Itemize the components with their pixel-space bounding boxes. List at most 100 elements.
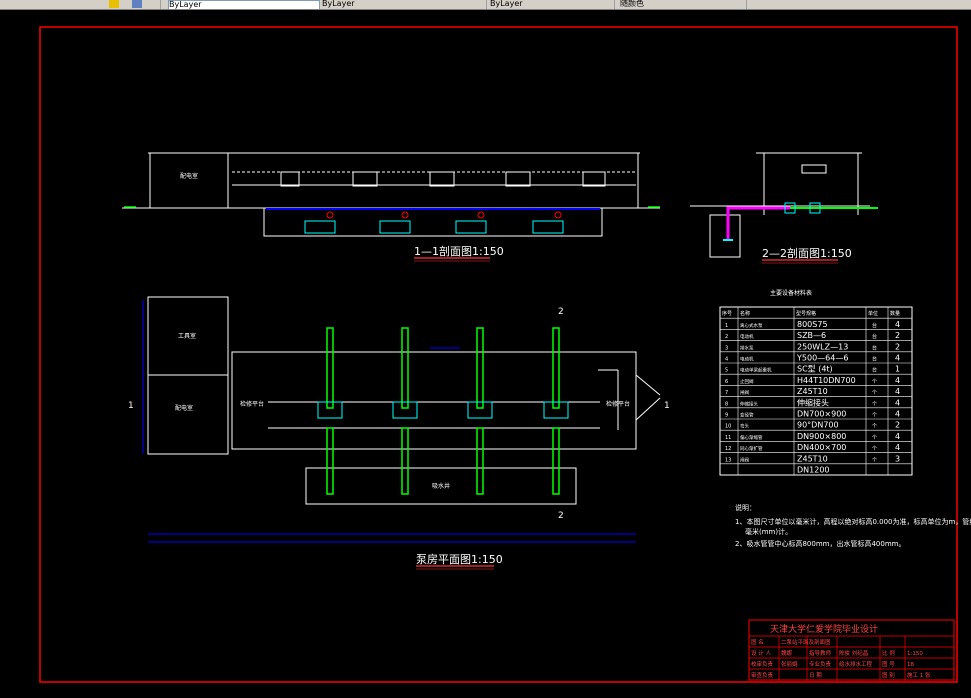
plan-dimension-lines <box>142 300 636 543</box>
layer-icon[interactable] <box>109 0 119 8</box>
table-cell-unit: 个 <box>872 435 877 441</box>
properties-toolbar: ByLayer ByLayer ByLayer 随颜色 <box>0 0 971 10</box>
toolbar-icons[interactable] <box>105 0 161 9</box>
table-cell-spec: SC型 (4t) <box>797 365 833 374</box>
table-cell-qty: 4 <box>895 432 900 441</box>
table-header-cell: 型号规格 <box>796 310 816 317</box>
table-header-cell: 数量 <box>890 310 900 317</box>
title-block-cell: 图 号 <box>882 660 895 668</box>
plan-room-platform-left: 检修平台 <box>240 400 264 408</box>
table-cell-spec: DN400×700 <box>797 443 846 452</box>
table-cell-spec: Y500—64—6 <box>796 354 848 363</box>
table-cell-no: 12 <box>725 446 731 452</box>
table-cell-unit: 台 <box>872 356 877 363</box>
table-cell-name: 伸缩接头 <box>740 400 758 407</box>
table-cell-unit: 个 <box>872 457 877 463</box>
title-block-cell: 张丽娟 <box>781 660 798 668</box>
table-cell-name: 变径管 <box>740 412 754 419</box>
equipment-table: 序号 名称 型号规格 单位 数量 1 离心式水泵 800S75 台 4 2 电动机 SZB—6 台 2 3 排水… <box>719 306 913 476</box>
table-cell-no: 4 <box>725 357 728 363</box>
table-cell-qty: 3 <box>895 454 900 463</box>
table-cell-spec: Z45T10 <box>797 387 828 396</box>
title-block-rows: 图 名 二泵站平面及剖面图设 计 人 魏娜 指导教师 陈俊 刘纪昌 比 例 1:150 校审负… <box>749 635 954 680</box>
plan-room-platform-right: 检修平台 <box>606 400 630 408</box>
title-block-cell: 施工 1 张 <box>907 671 931 679</box>
table-cell-name: 止回阀 <box>740 378 754 385</box>
section-2-2-title: 2—2剖面图1:150 <box>762 246 852 260</box>
table-cell-spec: 800S75 <box>797 320 828 329</box>
table-cell-no: 6 <box>725 379 728 385</box>
notes-line-2: 2、吸水管管中心标高800mm，出水管标高400mm。 <box>735 539 905 548</box>
title-block-cell: 图 别 <box>882 671 895 679</box>
table-cell-name: 排水泵 <box>740 344 754 351</box>
section-marker-left: 1 <box>128 401 134 411</box>
table-cell-no: 8 <box>725 401 728 407</box>
plan-title: 泵房平面图1:150 <box>416 553 503 566</box>
table-cell-no: 9 <box>725 413 728 419</box>
table-cell-name: 闸阀 <box>740 389 749 396</box>
table-cell-qty: 4 <box>895 387 900 396</box>
title-block-cell: 1:150 <box>907 651 923 657</box>
table-cell-no: 10 <box>725 424 731 430</box>
table-cell-name: 电动机 <box>740 356 754 363</box>
plan-room-office: 工具室 <box>178 332 196 340</box>
color-select[interactable]: ByLayer <box>168 0 320 9</box>
title-block-school: 天津大学仁爱学院毕业设计 <box>770 623 878 635</box>
title-block-cell: 给水排水工程 <box>839 660 873 668</box>
layer-props-icon[interactable] <box>131 0 142 8</box>
table-cell-unit: 台 <box>872 344 877 351</box>
table-cell-spec: DN1200 <box>797 466 830 475</box>
table-cell-spec: DN700×900 <box>797 410 846 419</box>
title-block-cell: 审查负责 <box>751 671 774 679</box>
table-cell-spec: 伸缩接头 <box>797 397 829 407</box>
table-cell-no: 3 <box>725 345 728 351</box>
table-cell-qty: 1 <box>895 365 900 374</box>
notes-heading: 说明： <box>735 503 756 512</box>
section-marker-bottom: 2 <box>558 511 564 521</box>
table-cell-name: 弯头 <box>740 423 749 430</box>
table-cell-qty: 4 <box>895 398 900 407</box>
plan-pumps <box>317 401 569 419</box>
table-cell-qty: 2 <box>895 342 900 351</box>
table-cell-no: 13 <box>725 457 731 463</box>
lineweight-select[interactable]: ByLayer <box>490 0 615 9</box>
table-cell-spec: Z45T10 <box>797 454 828 463</box>
plotstyle-select[interactable]: 随颜色 <box>620 0 747 9</box>
table-cell-qty: 2 <box>895 331 900 340</box>
table-cell-spec: 90°DN700 <box>797 421 839 430</box>
table-cell-unit: 个 <box>872 379 877 385</box>
table-cell-unit: 个 <box>872 413 877 419</box>
table-cell-unit: 个 <box>872 401 877 407</box>
table-cell-qty: 4 <box>895 410 900 419</box>
pump-units-section <box>304 211 564 234</box>
plan-pipes <box>326 327 560 495</box>
section-1-1-room-label: 配电室 <box>180 172 198 180</box>
title-block-cell: 指导教师 <box>809 649 832 657</box>
table-cell-name: 偏心渐缩管 <box>740 434 763 441</box>
title-block-cell: 校审负责 <box>751 660 774 668</box>
table-cell-unit: 台 <box>872 333 877 340</box>
table-cell-unit: 台 <box>872 322 877 329</box>
title-block-cell: 图 名 <box>751 638 764 646</box>
title-block-cell: 魏娜 <box>781 649 793 657</box>
table-cell-name: 闸阀 <box>740 456 749 463</box>
table-cell-no: 1 <box>725 323 728 329</box>
notes-line-1b: 毫米(mm)计。 <box>745 527 792 536</box>
title-block-cell: 二泵站平面及剖面图 <box>781 638 831 646</box>
plan-room-distribution: 配电室 <box>175 404 193 412</box>
section-marker-top: 2 <box>558 307 564 317</box>
table-cell-spec: 250WLZ—13 <box>797 342 848 351</box>
table-cell-qty: 4 <box>895 443 900 452</box>
title-block-cell: 陈俊 刘纪昌 <box>839 649 868 657</box>
title-block-cell: 设 计 人 <box>751 649 771 657</box>
table-cell-no: 2 <box>725 334 728 340</box>
table-cell-spec: SZB—6 <box>797 331 826 340</box>
cad-drawing-canvas[interactable]: 配电室 1—1剖面图1:150 2—2剖面图1:150 工具室 配电室 检修平台… <box>0 10 971 698</box>
title-block-cell: 日 期 <box>809 672 822 679</box>
linetype-select[interactable]: ByLayer <box>322 0 487 9</box>
table-cell-no: 5 <box>725 368 728 374</box>
table-header-cell: 名称 <box>740 310 750 317</box>
table-header-cell: 单位 <box>868 310 878 317</box>
table-cell-qty: 4 <box>895 354 900 363</box>
plan-room-pool: 吸水井 <box>432 482 450 490</box>
